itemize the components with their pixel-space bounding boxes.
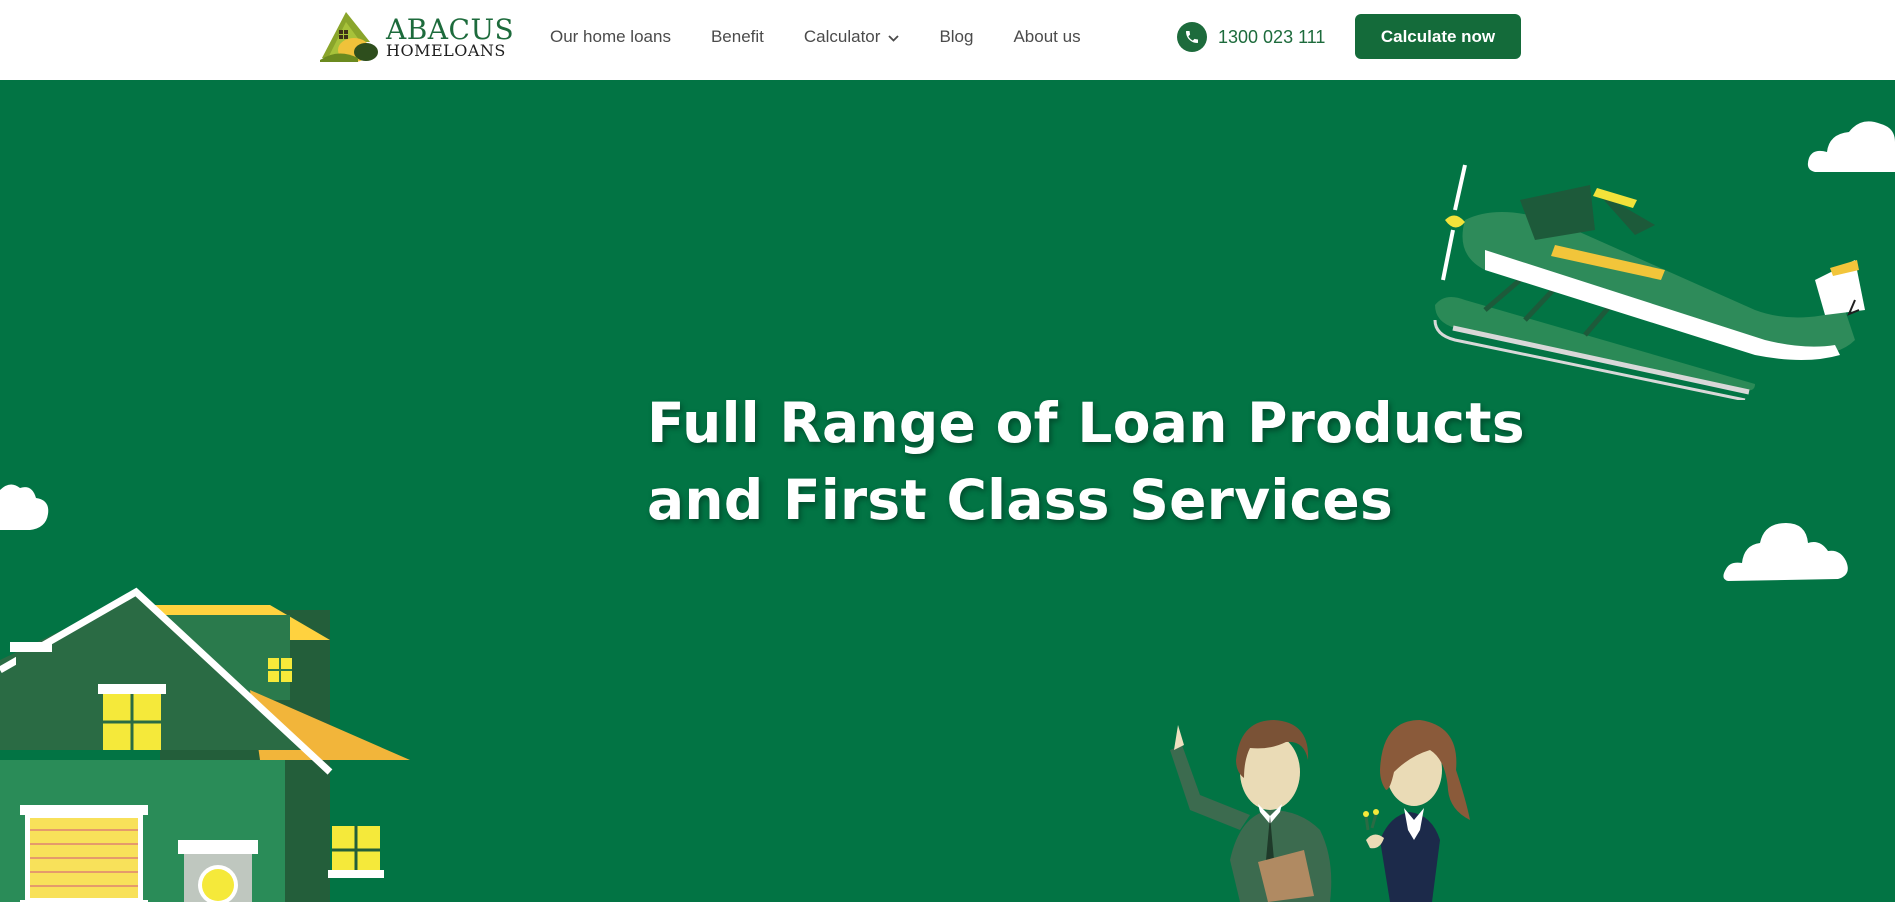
nav-item-label: Benefit (710, 27, 764, 46)
seaplane-illustration (1433, 164, 1865, 400)
main-nav: Our home loans Benefit Calculator Blog A… (550, 24, 1121, 50)
nav-item-benefit[interactable]: Benefit (711, 27, 764, 47)
brand-logo[interactable]: ABACUS HOMELOANS (318, 8, 514, 64)
house-logo-icon (320, 12, 378, 62)
calculate-now-button[interactable]: Calculate now (1355, 14, 1521, 59)
chevron-down-icon (888, 27, 900, 47)
phone-icon (1177, 22, 1207, 52)
hero-headline-line-1: Full Range of Loan Products (647, 391, 1525, 455)
nav-item-label: Blog (939, 27, 974, 46)
nav-item-calculator[interactable]: Calculator (804, 27, 900, 47)
house-illustration (0, 587, 410, 902)
hero-section: Full Range of Loan Products and First Cl… (0, 80, 1895, 902)
phone-number: 1300 023 111 (1218, 26, 1326, 47)
nav-item-our-home-loans[interactable]: Our home loans (550, 27, 671, 47)
nav-item-about-us[interactable]: About us (1013, 27, 1080, 47)
cloud-illustration (1723, 523, 1848, 581)
nav-item-label: About us (1013, 27, 1081, 46)
phone-link[interactable]: 1300 023 111 (1177, 22, 1325, 52)
site-header: ABACUS HOMELOANS Our home loans Benefit … (0, 0, 1895, 81)
nav-item-blog[interactable]: Blog (939, 27, 973, 47)
nav-item-label: Our home loans (550, 27, 671, 46)
hero-headline-line-2: and First Class Services (647, 468, 1394, 532)
people-illustration (1170, 720, 1470, 902)
nav-item-label: Calculator (803, 27, 881, 46)
logo-wordmark-top: ABACUS (386, 13, 515, 46)
logo-wordmark-bottom: HOMELOANS (386, 41, 506, 60)
hero-headline: Full Range of Loan Products and First Cl… (647, 385, 1547, 539)
